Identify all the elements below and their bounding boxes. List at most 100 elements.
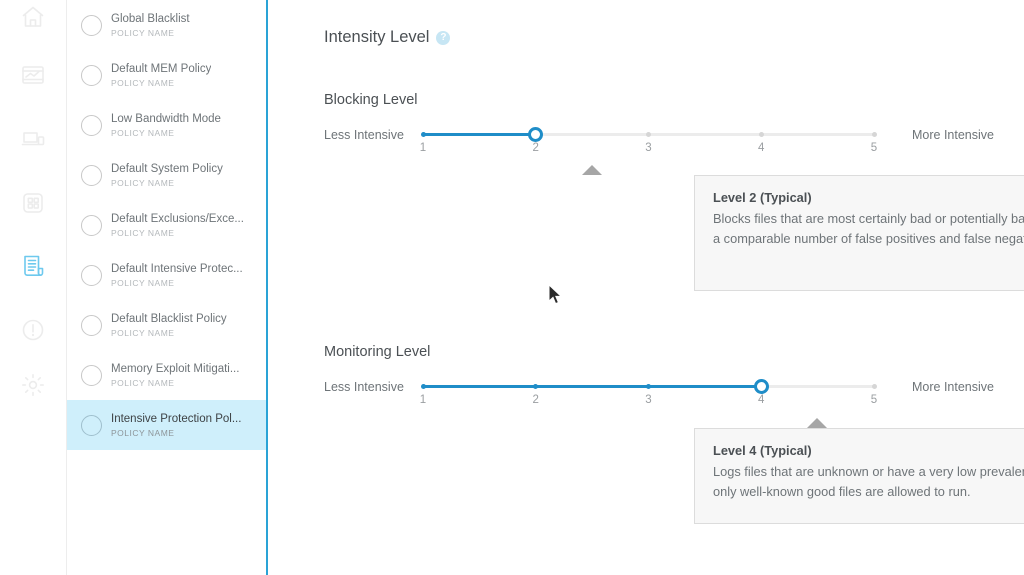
slider-right-label: More Intensive: [912, 128, 994, 142]
policy-name: Default MEM Policy: [111, 62, 212, 75]
slider-tick-label-5: 5: [870, 142, 878, 154]
slider-tick-1[interactable]: [420, 384, 426, 389]
slider-tick-label-5: 5: [870, 394, 878, 406]
slider-tick-1[interactable]: [420, 132, 426, 137]
policy-radio-7[interactable]: [81, 364, 102, 386]
policy-list-item[interactable]: Default Exclusions/Exce... POLICY NAME: [67, 200, 266, 250]
slider-tick-label-2: 2: [532, 394, 539, 406]
policy-radio-0[interactable]: [81, 14, 102, 36]
slider-tick-label-1: 1: [419, 142, 427, 154]
policy-list-item[interactable]: Default MEM Policy POLICY NAME: [67, 50, 266, 100]
policy-list-item[interactable]: Memory Exploit Mitigati... POLICY NAME: [67, 350, 266, 400]
slider-track-area[interactable]: 1 2 3 4 5: [419, 124, 878, 164]
settings-icon[interactable]: [0, 368, 66, 402]
callout-monitoring: Level 4 (Typical) Logs files that are unk…: [694, 428, 1024, 524]
slider-tick-label-3: 3: [645, 394, 652, 406]
policy-list-item[interactable]: Low Bandwidth Mode POLICY NAME: [67, 100, 266, 150]
slider-tick-5[interactable]: [871, 132, 877, 137]
callout-arrow-monitoring: [807, 418, 828, 428]
policy-radio-5[interactable]: [81, 264, 102, 286]
policy-radio-4[interactable]: [81, 214, 102, 236]
policy-sublabel: POLICY NAME: [111, 377, 175, 388]
policy-text: Default Blacklist Policy POLICY NAME: [111, 312, 227, 339]
policy-sublabel: POLICY NAME: [111, 77, 175, 88]
slider-left-label: Less Intensive: [324, 128, 404, 142]
policy-sublabel: POLICY NAME: [111, 277, 175, 288]
section-title: Monitoring Level: [324, 344, 431, 360]
slider-tick-label-1: 1: [419, 394, 427, 406]
page-title-text: Intensity Level: [324, 28, 430, 46]
slider-track-fill: [423, 133, 536, 136]
policy-name: Default Blacklist Policy: [111, 312, 227, 325]
slider-tick-3[interactable]: [646, 132, 651, 137]
policy-list-item[interactable]: Default Blacklist Policy POLICY NAME: [67, 300, 266, 350]
policy-sublabel: POLICY NAME: [111, 177, 175, 188]
alerts-icon[interactable]: [0, 313, 66, 347]
policy-sublabel: POLICY NAME: [111, 427, 175, 438]
mouse-cursor: [549, 285, 563, 305]
policy-name: Global Blacklist: [111, 12, 190, 25]
devices-icon[interactable]: [0, 122, 66, 156]
policy-name: Default Intensive Protec...: [111, 262, 243, 275]
policy-name: Low Bandwidth Mode: [111, 112, 221, 125]
policy-sublabel: POLICY NAME: [111, 27, 175, 38]
main-content: Intensity Level ? Blocking Level Less Int…: [268, 0, 1024, 575]
callout-body: Blocks files that are most certainly bad…: [713, 211, 1024, 246]
policy-sublabel: POLICY NAME: [111, 327, 175, 338]
callout-title: Level 4 (Typical): [713, 443, 812, 458]
policy-text: Default System Policy POLICY NAME: [111, 162, 223, 189]
policy-list-item[interactable]: Intensive Protection Pol... POLICY NAME: [67, 400, 266, 450]
slider-tick-label-2: 2: [532, 142, 539, 154]
policy-name: Default Exclusions/Exce...: [111, 212, 244, 225]
callout-arrow-blocking: [581, 165, 602, 175]
policy-list-panel: Global Blacklist POLICY NAME Default MEM P…: [67, 0, 268, 575]
help-icon[interactable]: ?: [436, 30, 451, 45]
policy-list-item[interactable]: Default Intensive Protec... POLICY NAME: [67, 250, 266, 300]
policy-text: Default Intensive Protec... POLICY NAME: [111, 262, 243, 289]
policy-list-item[interactable]: Default System Policy POLICY NAME: [67, 150, 266, 200]
slider-blocking: Less Intensive More Intensive 1 2 3 4 5: [268, 124, 1024, 164]
slider-tick-4[interactable]: [758, 132, 764, 137]
policy-radio-3[interactable]: [81, 164, 102, 186]
policy-sublabel: POLICY NAME: [111, 127, 175, 138]
icon-rail: [0, 0, 67, 575]
slider-thumb[interactable]: [528, 127, 544, 142]
home-icon[interactable]: [0, 0, 66, 34]
policy-text: Global Blacklist POLICY NAME: [111, 12, 190, 39]
policy-text: Default MEM Policy POLICY NAME: [111, 62, 211, 89]
policy-text: Default Exclusions/Exce... POLICY NAME: [111, 212, 244, 239]
policy-name: Default System Policy: [111, 162, 223, 175]
page-title: Intensity Level ?: [324, 28, 451, 47]
slider-tick-2[interactable]: [533, 384, 539, 389]
callout-blocking: Level 2 (Typical) Blocks files that are m…: [694, 175, 1024, 291]
callout-title: Level 2 (Typical): [713, 190, 812, 205]
policy-text: Memory Exploit Mitigati... POLICY NAME: [111, 362, 239, 389]
app-window: Global Blacklist POLICY NAME Default MEM P…: [0, 0, 1024, 575]
slider-tick-3[interactable]: [646, 384, 651, 389]
apps-grid-icon[interactable]: [0, 186, 66, 220]
reports-icon[interactable]: [0, 58, 66, 92]
policies-icon[interactable]: [0, 248, 66, 282]
policy-text: Low Bandwidth Mode POLICY NAME: [111, 112, 221, 139]
policy-radio-1[interactable]: [81, 64, 102, 86]
policy-name: Intensive Protection Pol...: [111, 412, 242, 425]
slider-thumb[interactable]: [753, 379, 769, 394]
policy-radio-6[interactable]: [81, 314, 102, 336]
slider-track-fill: [423, 385, 762, 388]
policy-name: Memory Exploit Mitigati...: [111, 362, 240, 375]
policy-radio-8[interactable]: [81, 414, 102, 436]
policy-radio-2[interactable]: [81, 114, 102, 136]
callout-body: Logs files that are unknown or have a ve…: [713, 464, 1024, 499]
slider-left-label: Less Intensive: [324, 380, 404, 394]
slider-tick-label-3: 3: [645, 142, 652, 154]
slider-tick-5[interactable]: [871, 384, 877, 389]
section-title: Blocking Level: [324, 92, 418, 108]
policy-sublabel: POLICY NAME: [111, 227, 175, 238]
policy-list-item[interactable]: Global Blacklist POLICY NAME: [67, 0, 266, 50]
slider-right-label: More Intensive: [912, 380, 994, 394]
slider-tick-label-4: 4: [758, 142, 765, 154]
slider-track-area[interactable]: 1 2 3 4 5: [419, 376, 878, 416]
slider-monitoring: Less Intensive More Intensive 1 2 3 4 5: [268, 376, 1024, 416]
policy-text: Intensive Protection Pol... POLICY NAME: [111, 412, 241, 439]
slider-tick-label-4: 4: [758, 394, 765, 406]
